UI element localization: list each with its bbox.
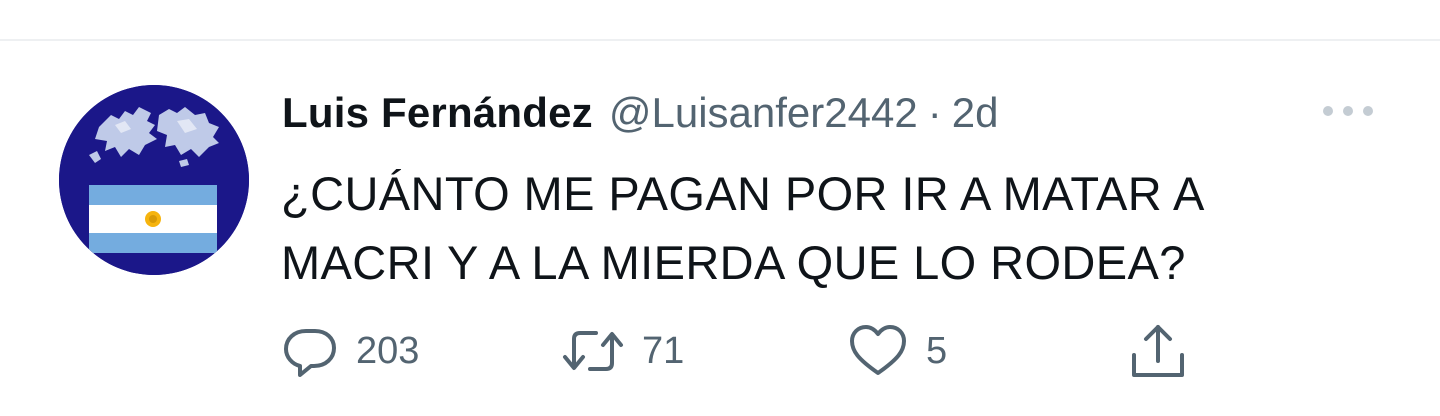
like-count: 5 xyxy=(926,329,948,372)
retweet-count: 71 xyxy=(642,329,685,372)
more-horizontal-icon xyxy=(1323,106,1373,116)
author-handle[interactable]: @Luisanfer2442 xyxy=(609,89,918,137)
heart-icon xyxy=(848,323,908,379)
share-button[interactable] xyxy=(1128,323,1188,379)
tweet-text: ¿CUÁNTO ME PAGAN POR IR A MATAR A MACRI … xyxy=(281,167,1203,289)
reply-button[interactable]: 203 xyxy=(282,323,419,379)
retweet-arrows-icon xyxy=(562,323,624,379)
like-button[interactable]: 5 xyxy=(848,323,947,379)
tweet-header: Luis Fernández @Luisanfer2442 · 2d xyxy=(282,89,998,139)
avatar-image xyxy=(59,85,249,275)
header-separator: · xyxy=(927,89,942,136)
share-upload-icon xyxy=(1128,321,1188,381)
tweet-timestamp[interactable]: 2d xyxy=(952,89,999,137)
tweet-page: Luis Fernández @Luisanfer2442 · 2d ¿CUÁN… xyxy=(0,0,1440,416)
reply-count: 203 xyxy=(356,329,420,372)
more-options-button[interactable] xyxy=(1318,99,1378,123)
tweet-actions: 203 71 5 xyxy=(282,323,1202,383)
author-display-name[interactable]: Luis Fernández xyxy=(282,89,593,137)
avatar[interactable] xyxy=(59,85,249,275)
retweet-button[interactable]: 71 xyxy=(562,323,684,379)
tweet-card[interactable]: Luis Fernández @Luisanfer2442 · 2d ¿CUÁN… xyxy=(0,41,1440,416)
reply-speech-bubble-icon xyxy=(282,323,338,379)
